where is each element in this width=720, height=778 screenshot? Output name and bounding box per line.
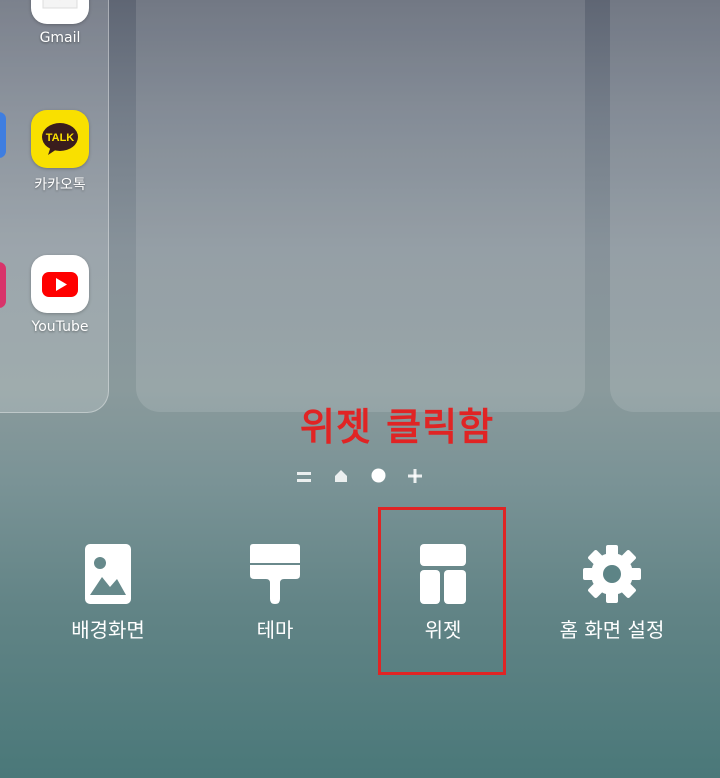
add-page-icon[interactable] xyxy=(408,468,422,487)
app-label-kakaotalk: 카카오톡 xyxy=(34,177,86,193)
list-indicator-icon[interactable] xyxy=(297,469,311,488)
wallpaper-icon xyxy=(85,544,131,604)
home-settings-label: 홈 화면 설정 xyxy=(559,618,665,642)
app-label-youtube: YouTube xyxy=(31,319,89,335)
home-indicator-icon[interactable] xyxy=(334,468,348,487)
wallpaper-label: 배경화면 xyxy=(71,618,145,642)
gmail-icon xyxy=(31,0,89,24)
theme-brush-icon xyxy=(250,544,300,604)
current-page-preview[interactable] xyxy=(136,0,585,412)
app-kakaotalk[interactable]: TALK 카카오톡 xyxy=(15,110,105,194)
home-settings-button[interactable]: 홈 화면 설정 xyxy=(532,540,692,643)
app-label-gmail: Gmail xyxy=(39,30,81,46)
youtube-icon xyxy=(31,255,89,313)
partial-app-icon-1 xyxy=(0,112,6,158)
highlight-box xyxy=(378,507,506,675)
kakaotalk-icon: TALK xyxy=(31,110,89,168)
theme-button[interactable]: 테마 xyxy=(195,540,355,643)
theme-label: 테마 xyxy=(256,618,294,642)
current-page-dot[interactable] xyxy=(371,468,386,487)
page-indicator xyxy=(295,466,425,486)
right-page-preview[interactable] xyxy=(610,0,720,412)
annotation-text: 위젯 클릭함 xyxy=(300,405,495,449)
partial-app-icon-2 xyxy=(0,262,6,308)
left-page-preview[interactable] xyxy=(0,0,109,413)
wallpaper-button[interactable]: 배경화면 xyxy=(28,540,188,643)
app-youtube[interactable]: YouTube xyxy=(15,255,105,335)
gear-icon xyxy=(583,545,641,603)
app-gmail[interactable]: Gmail xyxy=(15,0,105,46)
kakaotalk-badge-text: TALK xyxy=(46,132,75,144)
